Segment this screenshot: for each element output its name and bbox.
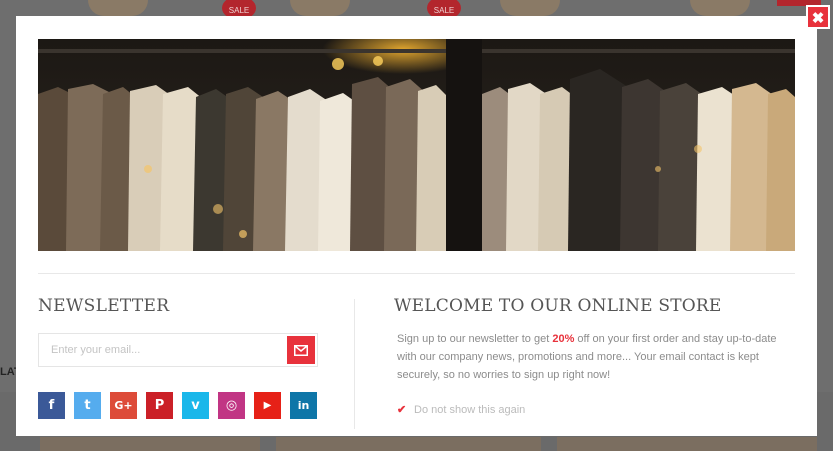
subscribe-button[interactable] [287, 336, 315, 364]
welcome-description: Sign up to our newsletter to get 20% off… [397, 330, 794, 384]
vimeo-icon[interactable]: v [182, 392, 209, 419]
desc-text-start: Sign up to our newsletter to get [397, 333, 553, 345]
bg-product-thumb [290, 0, 350, 16]
newsletter-title: NEWSLETTER [38, 296, 170, 316]
dont-show-again-label: Do not show this again [414, 404, 526, 416]
instagram-icon[interactable]: ◎ [218, 392, 245, 419]
bg-product-thumb [557, 437, 817, 451]
close-modal-button[interactable]: ✖ [806, 5, 830, 29]
column-divider [354, 299, 355, 429]
bg-product-thumb [500, 0, 560, 16]
bg-product-thumb [88, 0, 148, 16]
email-input[interactable] [39, 334, 279, 366]
store-banner-image [38, 39, 795, 251]
social-links: f t G+ P v ◎ ▶ in [38, 392, 326, 419]
bg-product-thumb [276, 437, 541, 451]
section-divider [38, 273, 795, 274]
newsletter-section: NEWSLETTER f t G+ P v ◎ ▶ in [38, 296, 318, 419]
welcome-title: WELCOME TO OUR ONLINE STORE [394, 296, 722, 316]
newsletter-modal: NEWSLETTER f t G+ P v ◎ ▶ in WELCOME TO … [16, 16, 817, 436]
bg-product-thumb [690, 0, 750, 16]
bg-product-thumb [40, 437, 260, 451]
linkedin-icon[interactable]: in [290, 392, 317, 419]
facebook-icon[interactable]: f [38, 392, 65, 419]
pinterest-icon[interactable]: P [146, 392, 173, 419]
email-form [38, 333, 318, 367]
clothing-rack-illustration [38, 39, 795, 251]
youtube-icon[interactable]: ▶ [254, 392, 281, 419]
discount-highlight: 20% [552, 333, 575, 345]
envelope-icon [294, 344, 308, 356]
checkmark-icon[interactable]: ✔ [397, 404, 408, 416]
twitter-icon[interactable]: t [74, 392, 101, 419]
google-plus-icon[interactable]: G+ [110, 392, 137, 419]
dont-show-again-option[interactable]: ✔ Do not show this again [397, 404, 525, 416]
welcome-section: WELCOME TO OUR ONLINE STORE Sign up to o… [394, 296, 794, 416]
